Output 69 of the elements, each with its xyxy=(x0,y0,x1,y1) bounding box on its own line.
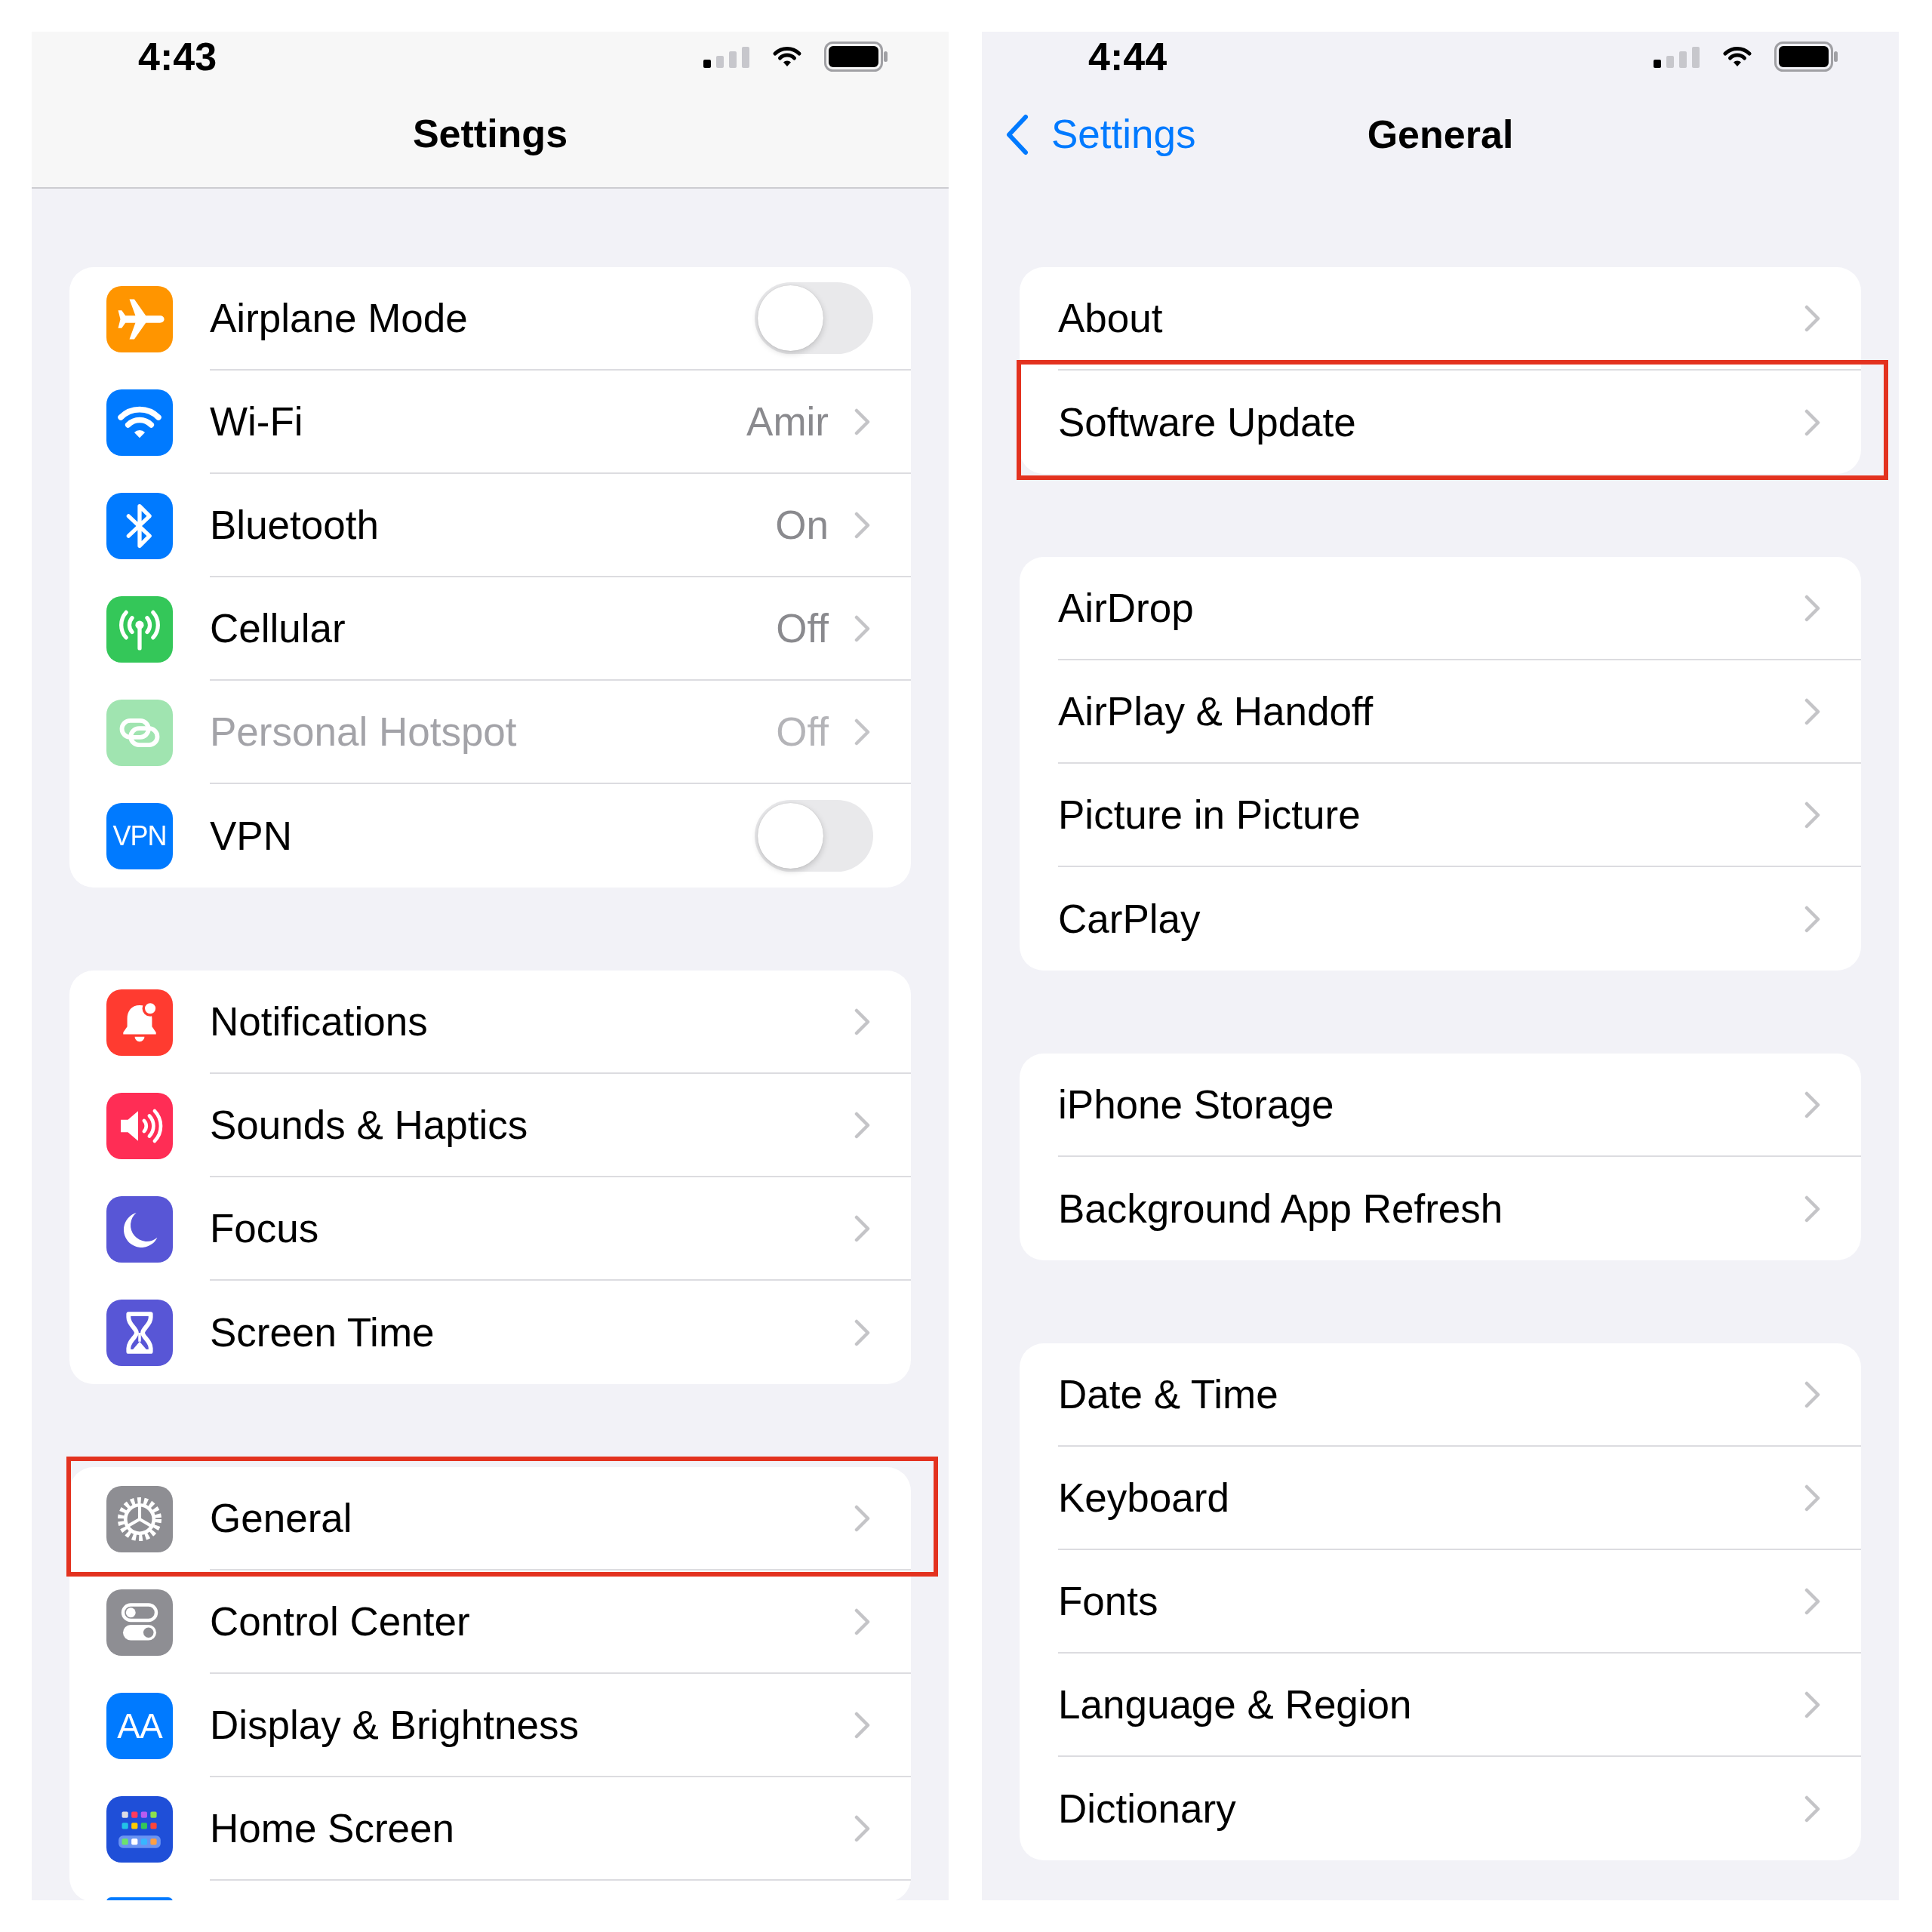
battery-icon xyxy=(1774,42,1838,72)
chevron-right-icon xyxy=(1804,697,1820,725)
chevron-right-icon xyxy=(1804,905,1820,933)
chevron-right-icon xyxy=(854,718,870,746)
chevron-right-icon xyxy=(854,1008,870,1035)
setting-label[interactable]: Bluetooth xyxy=(210,500,776,549)
setting-label[interactable]: Background App Refresh xyxy=(1058,1184,1804,1233)
chevron-left-icon xyxy=(1004,113,1029,155)
nav-title: General xyxy=(1367,112,1514,158)
setting-label[interactable]: Date & Time xyxy=(1058,1370,1804,1419)
chevron-right-icon xyxy=(1804,1795,1820,1823)
status-time: 4:44 xyxy=(1088,34,1168,79)
text-size-icon: AA xyxy=(106,1692,173,1759)
setting-label[interactable]: Dictionary xyxy=(1058,1784,1804,1833)
setting-value: Off xyxy=(776,605,829,652)
setting-label[interactable]: Sounds & Haptics xyxy=(210,1100,854,1149)
chevron-right-icon xyxy=(1804,1195,1820,1223)
setting-label[interactable]: Control Center xyxy=(210,1597,854,1646)
setting-label[interactable]: AirDrop xyxy=(1058,583,1804,632)
vpn-icon: VPN xyxy=(106,802,173,869)
setting-label[interactable]: Picture in Picture xyxy=(1058,790,1804,839)
setting-label[interactable]: Keyboard xyxy=(1058,1473,1804,1522)
setting-label: Airplane Mode xyxy=(210,294,469,342)
setting-label[interactable]: Focus xyxy=(210,1204,854,1253)
chevron-right-icon xyxy=(854,1214,870,1242)
wifi-icon xyxy=(1722,45,1752,68)
wifi-icon xyxy=(772,45,802,68)
status-time: 4:43 xyxy=(138,34,217,79)
setting-label: VPN xyxy=(210,812,293,860)
setting-label[interactable]: Notifications xyxy=(210,997,854,1046)
chevron-right-icon xyxy=(1804,1484,1820,1512)
chevron-right-icon xyxy=(854,614,870,642)
chevron-right-icon xyxy=(1804,1380,1820,1408)
chevron-right-icon xyxy=(854,1504,870,1532)
setting-label[interactable]: Software Update xyxy=(1058,398,1804,447)
chevron-right-icon xyxy=(1804,1091,1820,1118)
setting-label[interactable]: General xyxy=(210,1494,854,1543)
setting-label[interactable]: Home Screen xyxy=(210,1804,854,1853)
chevron-right-icon xyxy=(854,1111,870,1139)
nav-title: Settings xyxy=(412,111,568,157)
chevron-right-icon xyxy=(854,1318,870,1346)
chevron-right-icon xyxy=(854,511,870,539)
back-button[interactable]: Settings xyxy=(1004,111,1196,158)
setting-label[interactable]: Cellular xyxy=(210,604,777,653)
setting-label[interactable]: CarPlay xyxy=(1058,894,1804,943)
chevron-right-icon xyxy=(1804,594,1820,622)
setting-label[interactable]: Display & Brightness xyxy=(210,1700,854,1749)
setting-label[interactable]: Wi-Fi xyxy=(210,397,747,446)
setting-label[interactable]: About xyxy=(1058,294,1804,343)
chevron-right-icon xyxy=(854,1607,870,1635)
setting-value: Amir xyxy=(746,398,829,445)
signal-icon xyxy=(1654,45,1700,68)
setting-value: On xyxy=(775,501,829,549)
setting-label[interactable]: Screen Time xyxy=(210,1308,854,1357)
setting-label[interactable]: AirPlay & Handoff xyxy=(1058,687,1804,736)
chevron-right-icon xyxy=(1804,1690,1820,1718)
chevron-right-icon xyxy=(854,1814,870,1842)
chevron-right-icon xyxy=(854,408,870,435)
setting-value: Off xyxy=(776,708,829,755)
chevron-right-icon xyxy=(854,1711,870,1739)
setting-label[interactable]: iPhone Storage xyxy=(1058,1080,1804,1129)
setting-label[interactable]: Language & Region xyxy=(1058,1680,1804,1729)
chevron-right-icon xyxy=(1804,1587,1820,1615)
chevron-right-icon xyxy=(1804,408,1820,436)
setting-label[interactable]: Fonts xyxy=(1058,1577,1804,1626)
chevron-right-icon xyxy=(1804,801,1820,829)
battery-icon xyxy=(824,42,888,72)
chevron-right-icon xyxy=(1804,304,1820,332)
signal-icon xyxy=(703,45,750,68)
